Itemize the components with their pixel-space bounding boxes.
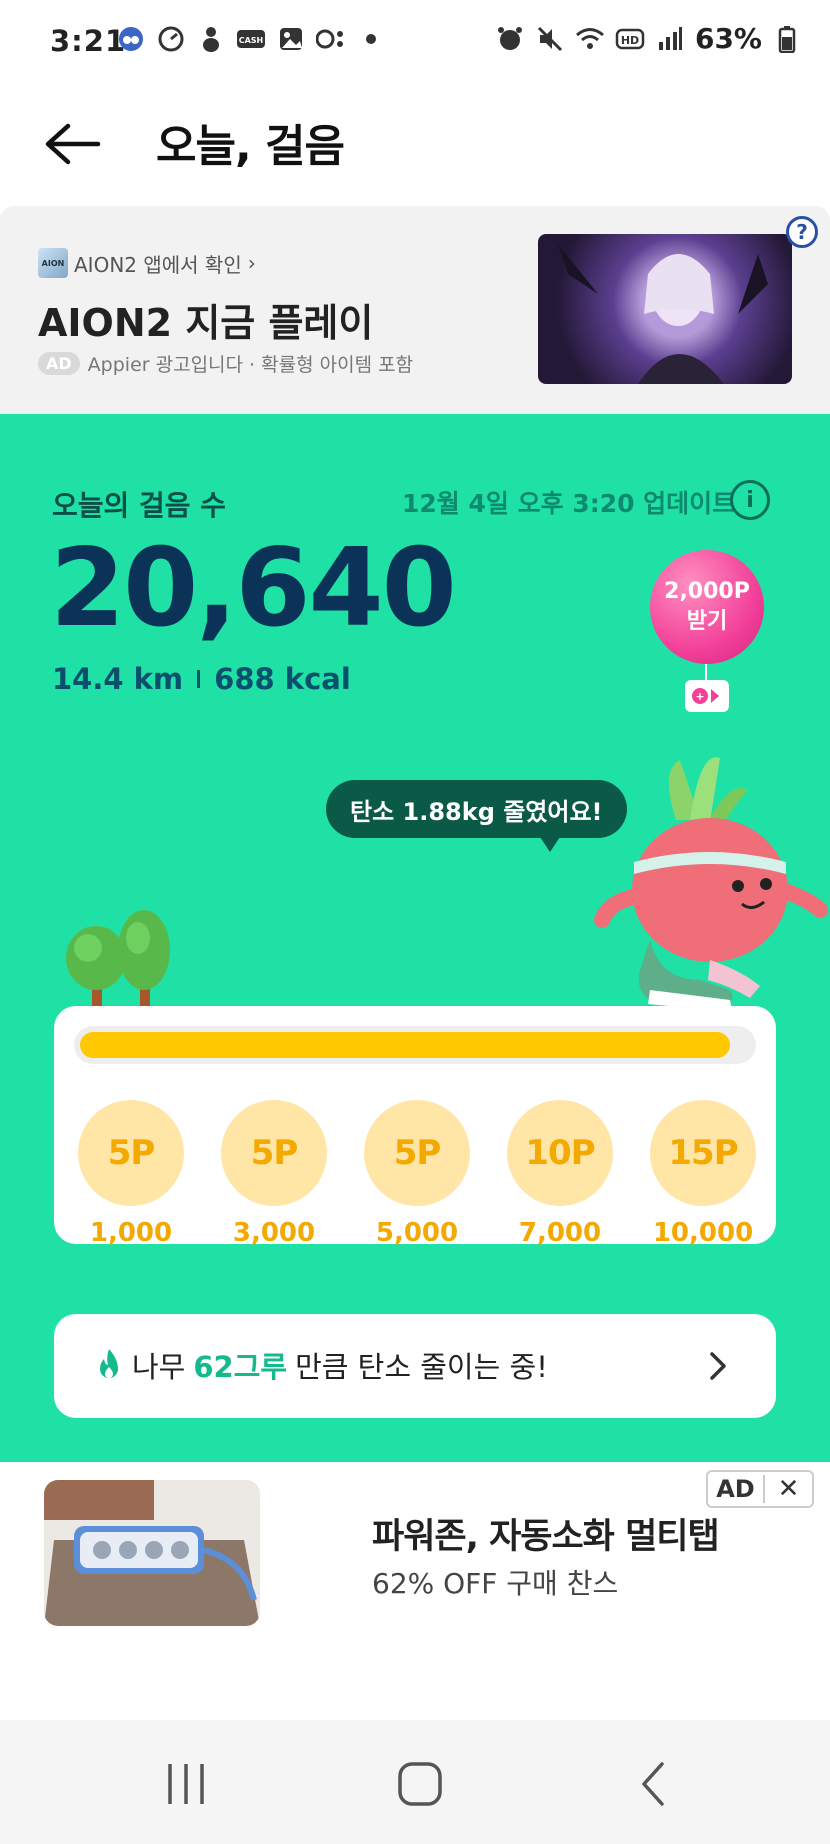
ad-subtitle: 62% OFF 구매 찬스 xyxy=(372,1567,619,1600)
hd-icon: HD xyxy=(615,24,645,54)
dot-icon xyxy=(356,24,386,54)
battery-icon xyxy=(772,24,802,54)
recent-apps-button[interactable] xyxy=(156,1756,216,1812)
steps-label: 오늘의 걸음 수 xyxy=(52,489,227,522)
carbon-text: 나무 62그루 만큼 탄소 줄이는 중! xyxy=(94,1344,548,1386)
system-nav-bar xyxy=(0,1720,830,1844)
alarm-icon xyxy=(495,24,525,54)
ad-title: 파워존, 자동소화 멀티탭 xyxy=(372,1517,720,1557)
milestone-points: 15P xyxy=(650,1100,756,1206)
back-button[interactable] xyxy=(36,114,106,174)
signal-icon xyxy=(655,24,685,54)
figure-icon xyxy=(196,24,226,54)
milestone-item[interactable]: 10P 7,000 xyxy=(501,1100,619,1248)
ad-image[interactable] xyxy=(538,234,792,384)
system-back-button[interactable] xyxy=(624,1756,684,1812)
close-icon[interactable]: ✕ xyxy=(765,1474,812,1504)
status-left-icons: CASH xyxy=(116,24,386,54)
speech-bubble-tail xyxy=(538,834,562,852)
ad-badge: AD xyxy=(38,352,80,375)
steps-section: 오늘의 걸음 수 12월 4일 오후 3:20 업데이트 i 20,640 14… xyxy=(0,414,830,1462)
bottom-ad-banner[interactable]: 파워존, 자동소화 멀티탭 62% OFF 구매 찬스 AD ✕ xyxy=(0,1462,830,1722)
milestone-points: 5P xyxy=(78,1100,184,1206)
battery-percent: 63% xyxy=(694,22,762,55)
carbon-reduction-card[interactable]: 나무 62그루 만큼 탄소 줄이는 중! xyxy=(54,1314,776,1418)
status-bar: 3:21 CASH HD 63% xyxy=(0,0,830,84)
toggle-icon xyxy=(316,24,346,54)
help-icon[interactable]: ? xyxy=(786,216,818,248)
wifi-icon xyxy=(575,24,605,54)
milestone-steps: 10,000 xyxy=(652,1218,754,1248)
page-title: 오늘, 걸음 xyxy=(156,121,345,172)
aion-logo: AION xyxy=(38,248,68,278)
milestone-points: 5P xyxy=(221,1100,327,1206)
milestone-item[interactable]: 5P 5,000 xyxy=(358,1100,476,1248)
trees-illustration xyxy=(66,910,170,1018)
svg-text:HD: HD xyxy=(621,34,639,47)
home-button[interactable] xyxy=(390,1756,450,1812)
ad-close-box: AD ✕ xyxy=(706,1470,814,1508)
milestone-steps: 5,000 xyxy=(375,1218,459,1248)
ad-source-text: AION2 앱에서 확인 xyxy=(74,252,242,277)
progress-bar xyxy=(74,1026,756,1064)
chevron-right-icon xyxy=(710,1352,726,1380)
update-time: 12월 4일 오후 3:20 업데이트 xyxy=(402,489,736,518)
stat-divider xyxy=(197,670,201,688)
mascot-character xyxy=(594,757,828,1012)
ad-product-image[interactable] xyxy=(44,1480,260,1626)
chevron-right-icon: › xyxy=(247,251,256,275)
milestone-steps: 1,000 xyxy=(89,1218,173,1248)
reward-action: 받기 xyxy=(686,609,728,634)
mute-icon xyxy=(535,24,565,54)
cash-icon: CASH xyxy=(236,24,266,54)
tree-count: 62그루 xyxy=(193,1350,288,1384)
milestone-points: 10P xyxy=(507,1100,613,1206)
steps-stats: 14.4 km 688 kcal xyxy=(52,662,351,696)
gauge-icon xyxy=(156,24,186,54)
ad-source-link[interactable]: AION AION2 앱에서 확인 › xyxy=(38,248,256,278)
progress-card: 5P 1,000 5P 3,000 5P 5,000 10P 7,000 15P… xyxy=(54,1006,776,1248)
top-ad-banner[interactable]: AION AION2 앱에서 확인 › AION2 지금 플레이 AD Appi… xyxy=(0,206,830,414)
image-icon xyxy=(276,24,306,54)
progress-fill xyxy=(80,1032,730,1058)
svg-text:CASH: CASH xyxy=(239,36,264,45)
app-icon xyxy=(116,24,146,54)
milestone-steps: 7,000 xyxy=(518,1218,602,1248)
ok-cashbag-icon: + xyxy=(685,680,729,712)
reward-amount: 2,000P xyxy=(664,579,750,604)
milestone-item[interactable]: 5P 1,000 xyxy=(72,1100,190,1248)
carbon-prefix: 나무 xyxy=(132,1350,186,1384)
calories: 688 kcal xyxy=(214,662,351,696)
distance: 14.4 km xyxy=(52,662,184,696)
ad-disclaimer-row: AD Appier 광고입니다 · 확률형 아이템 포함 xyxy=(38,350,413,377)
milestone-item[interactable]: 5P 3,000 xyxy=(215,1100,333,1248)
svg-text:+: + xyxy=(695,690,704,703)
home-icon xyxy=(398,1762,442,1806)
app-bar: 오늘, 걸음 xyxy=(0,84,830,204)
milestone-points: 5P xyxy=(364,1100,470,1206)
ad-label: AD xyxy=(708,1475,765,1503)
flame-icon xyxy=(100,1349,118,1378)
carbon-suffix: 만큼 탄소 줄이는 중! xyxy=(295,1350,548,1384)
status-right-icons: HD 63% xyxy=(495,22,802,55)
info-icon[interactable]: i xyxy=(730,480,770,520)
chevron-left-icon xyxy=(642,1762,664,1806)
ad-disclaimer: Appier 광고입니다 · 확률형 아이템 포함 xyxy=(87,354,414,376)
status-time: 3:21 xyxy=(50,24,127,58)
milestone-item[interactable]: 15P 10,000 xyxy=(644,1100,762,1248)
step-count: 20,640 xyxy=(50,526,457,651)
ad-title: AION2 지금 플레이 xyxy=(38,301,374,345)
milestone-list: 5P 1,000 5P 3,000 5P 5,000 10P 7,000 15P… xyxy=(72,1100,762,1248)
milestone-steps: 3,000 xyxy=(232,1218,316,1248)
reward-balloon-button[interactable]: 2,000P 받기 xyxy=(650,550,764,664)
carbon-speech-bubble: 탄소 1.88kg 줄였어요! xyxy=(326,780,627,838)
recent-apps-icon xyxy=(168,1764,204,1804)
arrow-left-icon xyxy=(45,123,101,165)
